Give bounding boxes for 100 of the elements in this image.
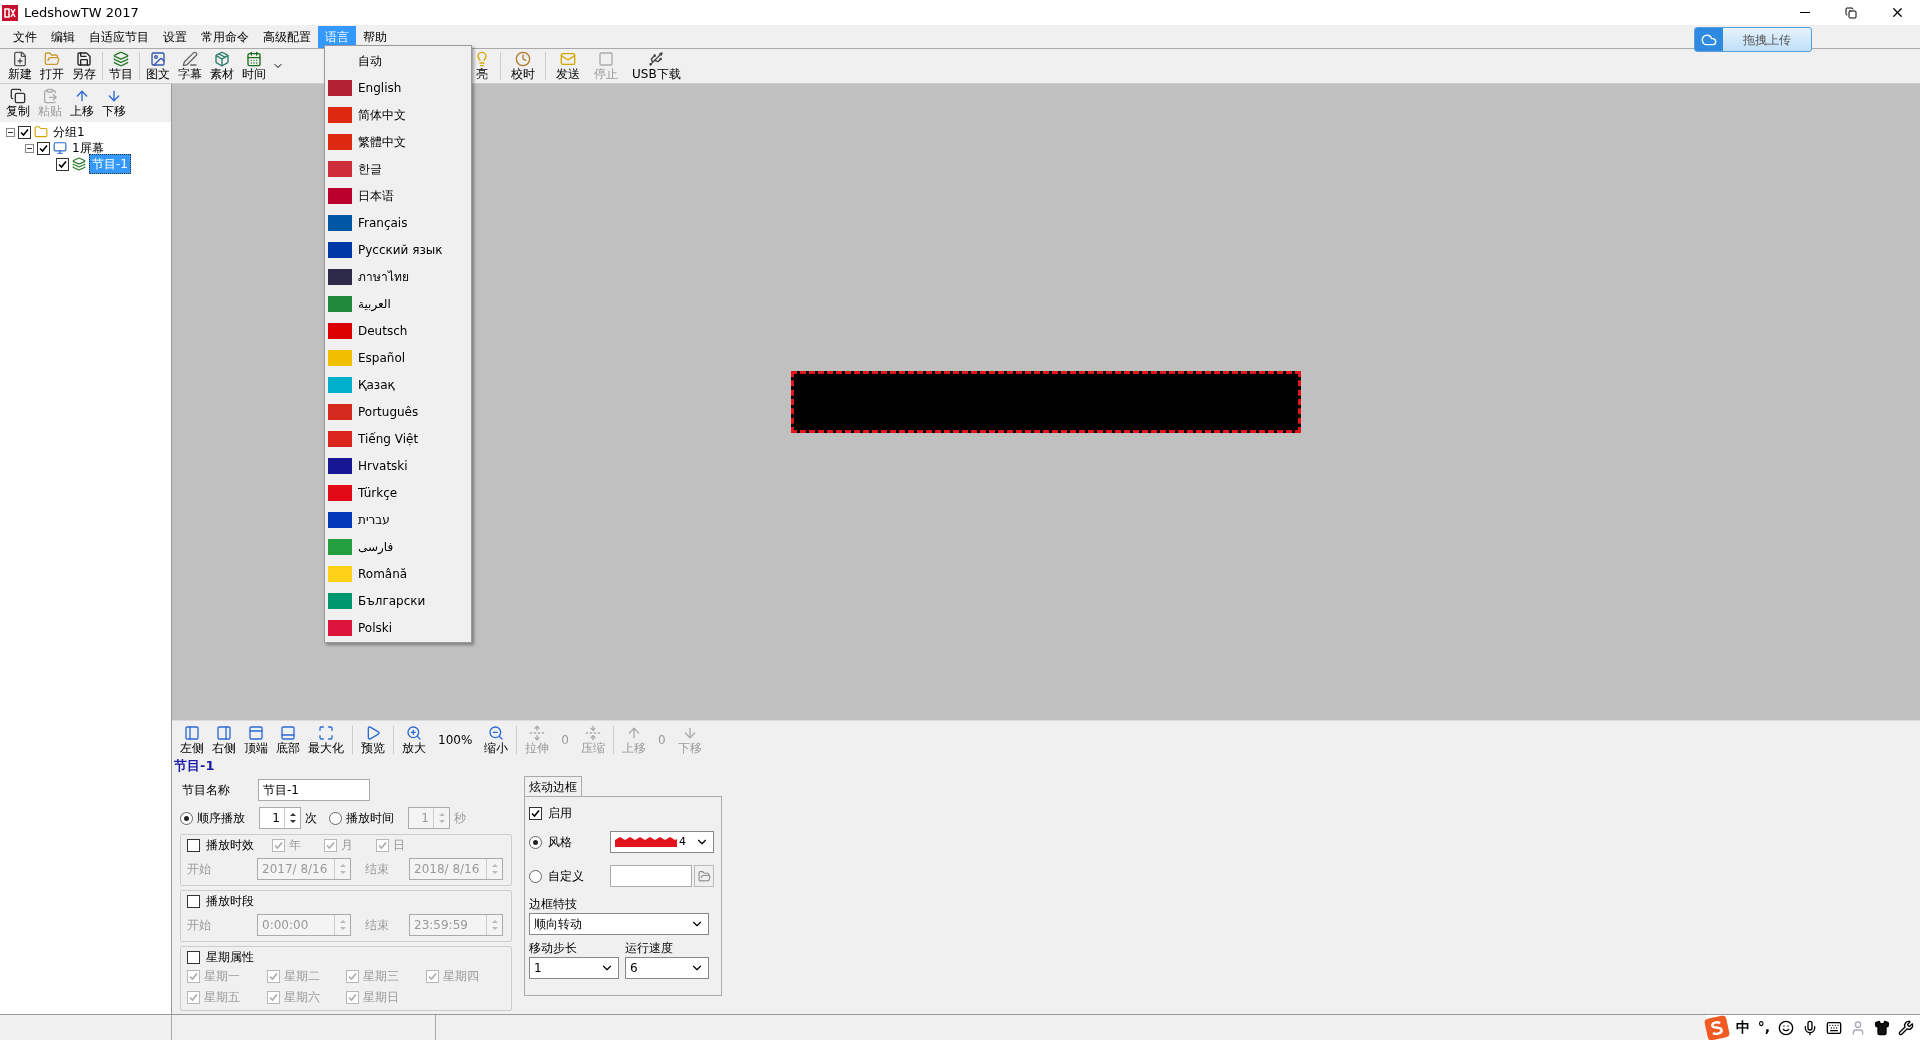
menu-item[interactable]: 繁體中文 — [325, 128, 471, 155]
menu-item[interactable]: Polski — [325, 614, 471, 641]
radio-button[interactable] — [180, 811, 193, 825]
toolbar-button[interactable]: 下移 — [98, 86, 130, 120]
toolbar-button[interactable]: 节目 — [105, 49, 137, 83]
menu-item[interactable]: Română — [325, 560, 471, 587]
checkbox[interactable] — [266, 990, 280, 1004]
menu-item[interactable]: 自动 — [325, 47, 471, 74]
checkbox[interactable] — [37, 141, 50, 155]
checkbox[interactable] — [376, 838, 389, 852]
checkbox[interactable] — [187, 990, 200, 1004]
menu-item[interactable]: 한글 — [325, 155, 471, 182]
checkbox[interactable] — [346, 969, 359, 983]
checkbox[interactable] — [187, 894, 200, 908]
menu-item[interactable]: Deutsch — [325, 317, 471, 344]
checkbox[interactable] — [18, 125, 31, 139]
menu-item[interactable]: 日本语 — [325, 182, 471, 209]
count-field[interactable]: 1 — [259, 807, 301, 829]
smiley-icon[interactable] — [1778, 1019, 1794, 1036]
toolbar-button[interactable]: 预览 — [357, 722, 389, 757]
toolbar-button[interactable]: 左侧 — [176, 722, 208, 757]
toolbar-button[interactable]: 复制 — [2, 86, 34, 120]
checkbox[interactable] — [324, 838, 337, 852]
toolbar-button[interactable]: 亮 — [470, 49, 494, 83]
tree-item[interactable]: 1屏幕 — [70, 139, 106, 157]
toolbar-button[interactable]: 底部 — [272, 722, 304, 757]
toolbar-button[interactable]: 素材 — [206, 49, 238, 83]
wrench-icon[interactable] — [1898, 1019, 1914, 1036]
checkbox[interactable] — [187, 950, 200, 964]
menu-item[interactable]: Hrvatski — [325, 452, 471, 479]
user-icon[interactable] — [1850, 1019, 1866, 1036]
menu-item[interactable]: 帮助 — [356, 25, 394, 48]
step-dropdown[interactable]: 1 — [529, 957, 619, 979]
menu-item[interactable]: 自适应节目 — [82, 25, 156, 48]
name-field[interactable]: 节目-1 — [258, 779, 370, 801]
toolbar-button[interactable]: 发送 — [552, 49, 584, 83]
toolbar-button[interactable]: USB下载 — [628, 49, 685, 83]
menu-item[interactable]: עברית — [325, 506, 471, 533]
menu-item[interactable]: 设置 — [156, 25, 194, 48]
style-dropdown[interactable]: 4 — [610, 831, 714, 853]
menu-item[interactable]: ภาษาไทย — [325, 263, 471, 290]
toolbar-button[interactable]: 最大化 — [304, 722, 348, 757]
checkbox[interactable] — [266, 969, 280, 983]
menu-item[interactable]: English — [325, 74, 471, 101]
tree-item[interactable]: 分组1 — [51, 123, 87, 141]
menu-item[interactable]: Español — [325, 344, 471, 371]
led-screen-preview[interactable] — [791, 371, 1301, 433]
menu-item[interactable]: 编辑 — [44, 25, 82, 48]
shirt-icon[interactable] — [1874, 1019, 1890, 1036]
toolbar-button[interactable]: 顶端 — [240, 722, 272, 757]
keyboard-icon[interactable] — [1826, 1019, 1842, 1036]
menu-item[interactable]: فارسی — [325, 533, 471, 560]
field-label: 运行速度 — [625, 940, 674, 957]
collapse-icon[interactable] — [6, 127, 15, 137]
radio-button[interactable] — [329, 811, 342, 825]
field-label: 结束 — [364, 917, 390, 934]
menu-item[interactable]: Português — [325, 398, 471, 425]
toolbar-button[interactable]: 右侧 — [208, 722, 240, 757]
menu-item[interactable]: Български — [325, 587, 471, 614]
menu-item[interactable]: Русский язык — [325, 236, 471, 263]
checkbox[interactable] — [425, 969, 439, 983]
radio-button[interactable] — [529, 835, 542, 849]
toolbar-button[interactable]: 缩小 — [480, 722, 513, 757]
collapse-icon[interactable] — [25, 143, 34, 153]
file-path-field[interactable] — [610, 865, 692, 887]
tab[interactable]: 炫动边框 — [524, 776, 582, 796]
menu-item[interactable]: Қазақ — [325, 371, 471, 398]
microphone-icon[interactable] — [1802, 1019, 1818, 1036]
menu-item[interactable]: 常用命令 — [194, 25, 256, 48]
tray-text[interactable]: 中 — [1735, 1017, 1750, 1038]
checkbox[interactable] — [187, 969, 200, 983]
effect-dropdown[interactable]: 顺向转动 — [529, 913, 709, 935]
upload-button[interactable]: 拖拽上传 — [1694, 27, 1812, 52]
toolbar-button[interactable]: 新建 — [4, 49, 36, 83]
toolbar-button[interactable]: 时间 — [238, 49, 270, 83]
zigzag-pattern-icon — [615, 837, 677, 847]
menu-item[interactable]: Tiếng Việt — [325, 425, 471, 452]
menu-item[interactable]: العربية — [325, 290, 471, 317]
menu-item[interactable]: Türkçe — [325, 479, 471, 506]
checkbox[interactable] — [187, 838, 200, 852]
toolbar-button[interactable]: 字幕 — [174, 49, 206, 83]
checkbox[interactable] — [529, 806, 542, 820]
menu-item[interactable]: Français — [325, 209, 471, 236]
speed-dropdown[interactable]: 6 — [625, 957, 709, 979]
toolbar-button[interactable]: 校时 — [507, 49, 539, 83]
toolbar-button[interactable]: 打开 — [36, 49, 68, 83]
menu-item[interactable]: 文件 — [6, 25, 44, 48]
checkbox[interactable] — [346, 990, 359, 1004]
ime-logo-icon[interactable] — [1703, 1014, 1730, 1040]
radio-button[interactable] — [529, 869, 542, 883]
checkbox[interactable] — [56, 157, 69, 171]
toolbar-button[interactable]: 图文 — [142, 49, 174, 83]
menu-item[interactable]: 简体中文 — [325, 101, 471, 128]
toolbar-button[interactable]: 另存 — [68, 49, 100, 83]
toolbar-button[interactable]: 上移 — [66, 86, 98, 120]
checkbox[interactable] — [272, 838, 285, 852]
browse-button[interactable] — [694, 865, 714, 887]
tray-text[interactable]: °, — [1757, 1017, 1770, 1038]
toolbar-button[interactable]: 放大 — [398, 722, 430, 757]
menu-item[interactable]: 高级配置 — [256, 25, 318, 48]
